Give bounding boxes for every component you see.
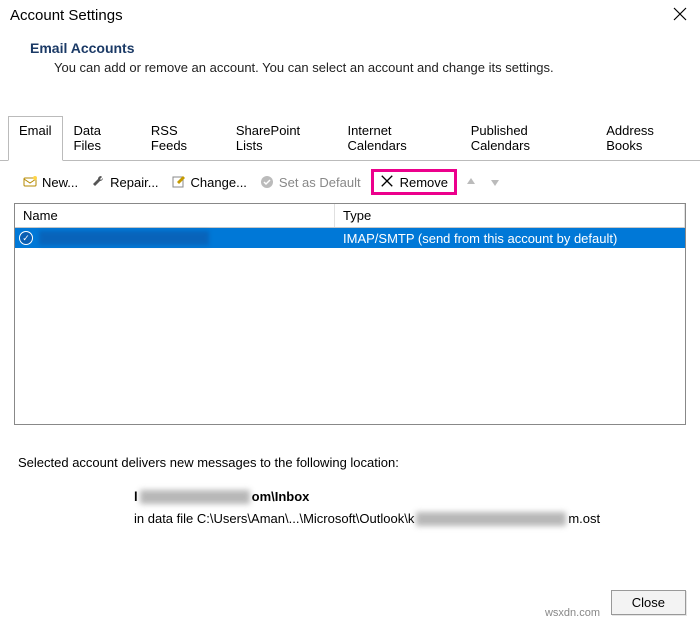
tab-published-calendars[interactable]: Published Calendars [460,116,596,161]
account-name-redacted [39,231,209,245]
repair-label: Repair... [110,175,158,190]
tab-strip: Email Data Files RSS Feeds SharePoint Li… [0,115,700,161]
repair-button[interactable]: Repair... [86,172,162,192]
tab-address-books[interactable]: Address Books [595,116,700,161]
change-label: Change... [191,175,247,190]
column-header-type[interactable]: Type [335,204,685,227]
default-check-icon: ✓ [19,231,33,245]
close-icon[interactable] [672,6,690,24]
remove-label: Remove [400,175,448,190]
move-down-icon[interactable] [485,176,505,188]
tab-rss-feeds[interactable]: RSS Feeds [140,116,225,161]
move-up-icon[interactable] [461,176,481,188]
table-row[interactable]: ✓ IMAP/SMTP (send from this account by d… [15,228,685,248]
remove-button[interactable]: Remove [371,169,457,195]
toolbar: New... Repair... Change... Set as Defaul… [0,161,700,203]
accounts-table: Name Type ✓ IMAP/SMTP (send from this ac… [14,203,686,425]
location-folder: l om\Inbox [134,486,682,508]
tab-internet-calendars[interactable]: Internet Calendars [336,116,459,161]
location-datafile: in data file C:\Users\Aman\...\Microsoft… [134,508,682,530]
repair-icon [90,174,106,190]
tab-sharepoint-lists[interactable]: SharePoint Lists [225,116,337,161]
new-icon [22,174,38,190]
change-icon [171,174,187,190]
column-header-name[interactable]: Name [15,204,335,227]
watermark: wsxdn.com [545,607,600,619]
set-default-button: Set as Default [255,172,365,192]
tab-data-files[interactable]: Data Files [63,116,140,161]
location-intro: Selected account delivers new messages t… [18,455,682,470]
remove-x-icon [380,174,396,190]
new-button[interactable]: New... [18,172,82,192]
close-button[interactable]: Close [611,590,686,615]
tab-email[interactable]: Email [8,116,63,161]
section-title: Email Accounts [30,40,688,56]
redacted-filename [416,512,566,526]
redacted-mailbox [140,490,250,504]
set-default-label: Set as Default [279,175,361,190]
window-title: Account Settings [10,7,123,24]
change-button[interactable]: Change... [167,172,251,192]
new-label: New... [42,175,78,190]
check-circle-icon [259,174,275,190]
section-description: You can add or remove an account. You ca… [30,56,688,75]
account-type: IMAP/SMTP (send from this account by def… [335,231,685,246]
